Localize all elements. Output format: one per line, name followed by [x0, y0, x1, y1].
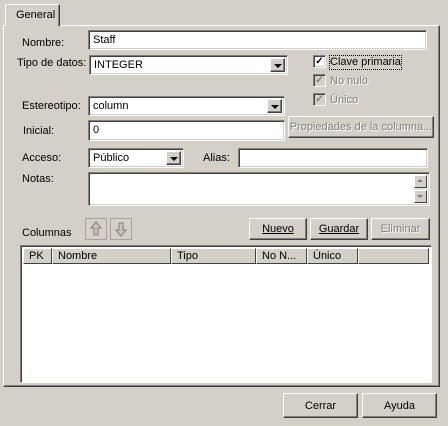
no-nulo-label: No nulo [330, 75, 368, 87]
chevron-down-icon[interactable] [267, 99, 282, 113]
chevron-down-icon[interactable] [270, 58, 285, 72]
column-header-unico[interactable]: Único [307, 248, 358, 264]
columnas-table[interactable]: PK Nombre Tipo No N... Único [20, 245, 432, 383]
column-header-nombre[interactable]: Nombre [52, 248, 171, 264]
scroll-up-icon[interactable] [414, 175, 427, 188]
column-header-empty [358, 248, 429, 264]
nombre-field[interactable]: Staff [88, 30, 427, 50]
propiedades-columna-button[interactable]: Propiedades de la columna... [288, 116, 434, 138]
propiedades-columna-button-label: Propiedades de la columna... [289, 121, 433, 133]
inicial-label: Inicial: [23, 125, 55, 137]
acceso-select[interactable]: Público [88, 148, 184, 168]
tipo-datos-select[interactable]: INTEGER [89, 55, 288, 75]
alias-label: Alias: [203, 152, 230, 164]
estereotipo-label: Estereotipo: [22, 100, 81, 112]
column-header-unico-label: Único [313, 250, 342, 262]
column-header-nombre-label: Nombre [58, 250, 98, 262]
column-header-tipo[interactable]: Tipo [171, 248, 256, 264]
no-nulo-checkbox[interactable]: ✓ [313, 74, 326, 87]
ayuda-button[interactable]: Ayuda [362, 393, 437, 418]
tipo-datos-value: INTEGER [94, 59, 143, 71]
cerrar-button-label: Cerrar [304, 400, 337, 412]
tab-general-label: General [16, 9, 56, 21]
move-down-icon[interactable] [110, 218, 132, 240]
eliminar-button[interactable]: Eliminar [371, 218, 430, 240]
estereotipo-select[interactable]: column [88, 96, 285, 116]
nombre-label: Nombre: [22, 37, 65, 49]
chevron-down-icon[interactable] [166, 151, 181, 165]
nuevo-button[interactable]: Nuevo [249, 218, 307, 240]
move-up-icon[interactable] [85, 218, 107, 240]
notas-scrollbar[interactable] [414, 175, 427, 203]
guardar-button-label: Guardar [318, 223, 360, 235]
column-header-no-nulo-label: No N... [262, 250, 297, 262]
column-header-pk-label: PK [29, 250, 44, 262]
inicial-value: 0 [93, 124, 100, 136]
columnas-label: Columnas [22, 227, 72, 239]
column-header-tipo-label: Tipo [177, 250, 198, 262]
tipo-datos-label: Tipo de datos: [17, 57, 87, 69]
clave-primaria-checkbox[interactable]: ✓ [313, 55, 326, 68]
estereotipo-value: column [93, 100, 129, 112]
notas-label: Notas: [22, 173, 54, 185]
cerrar-button[interactable]: Cerrar [283, 393, 358, 418]
eliminar-button-label: Eliminar [380, 223, 421, 235]
column-header-pk[interactable]: PK [23, 248, 52, 264]
guardar-button[interactable]: Guardar [310, 218, 368, 240]
clave-primaria-label: Clave primaria [329, 55, 402, 70]
nuevo-button-label: Nuevo [262, 223, 294, 235]
column-header-no-nulo[interactable]: No N... [256, 248, 307, 264]
tab-general[interactable]: General [5, 4, 60, 26]
unico-label: Único [330, 94, 359, 106]
acceso-label: Acceso: [22, 152, 62, 164]
ayuda-button-label: Ayuda [384, 400, 415, 412]
nombre-value: Staff [93, 34, 116, 46]
notas-textarea[interactable] [88, 172, 430, 206]
scroll-down-icon[interactable] [414, 190, 427, 203]
alias-field[interactable] [238, 148, 428, 168]
unico-checkbox[interactable]: ✓ [313, 93, 326, 106]
inicial-field[interactable]: 0 [88, 120, 285, 141]
acceso-value: Público [93, 152, 130, 164]
